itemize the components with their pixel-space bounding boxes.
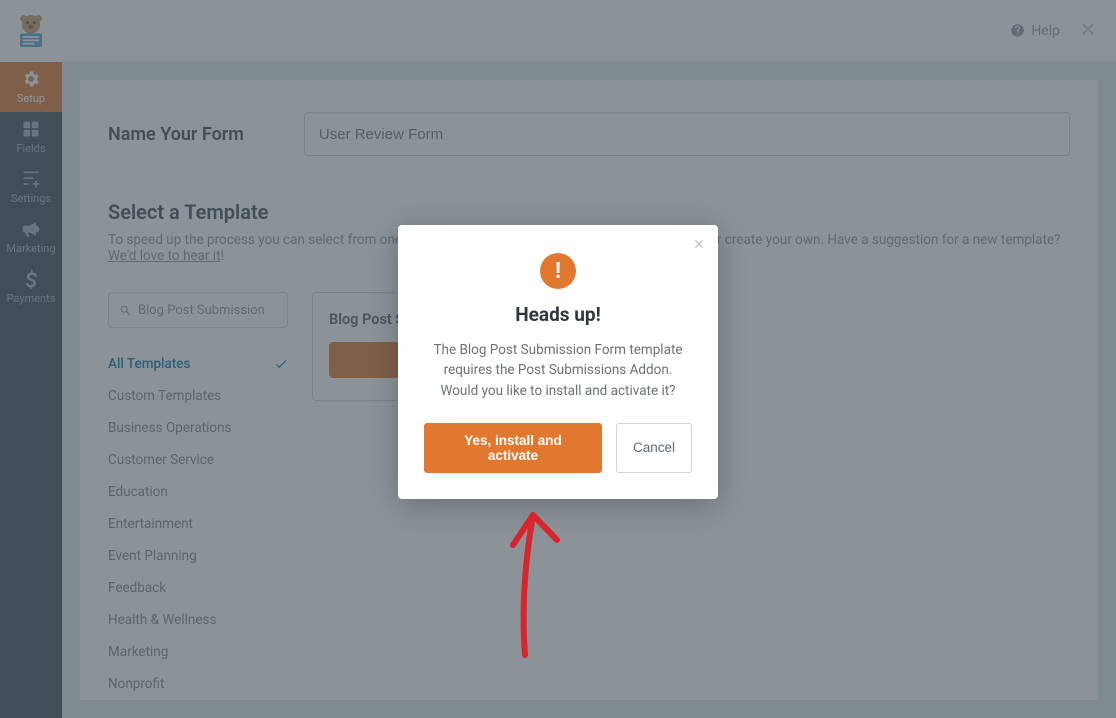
- install-activate-button[interactable]: Yes, install and activate: [424, 423, 602, 473]
- close-icon: [692, 237, 706, 251]
- modal-body: The Blog Post Submission Form template r…: [424, 340, 692, 401]
- modal-title: Heads up!: [424, 303, 692, 326]
- modal-close-button[interactable]: [692, 235, 706, 256]
- warning-icon: !: [540, 253, 576, 289]
- confirm-modal: ! Heads up! The Blog Post Submission For…: [398, 225, 718, 499]
- cancel-button[interactable]: Cancel: [616, 423, 692, 473]
